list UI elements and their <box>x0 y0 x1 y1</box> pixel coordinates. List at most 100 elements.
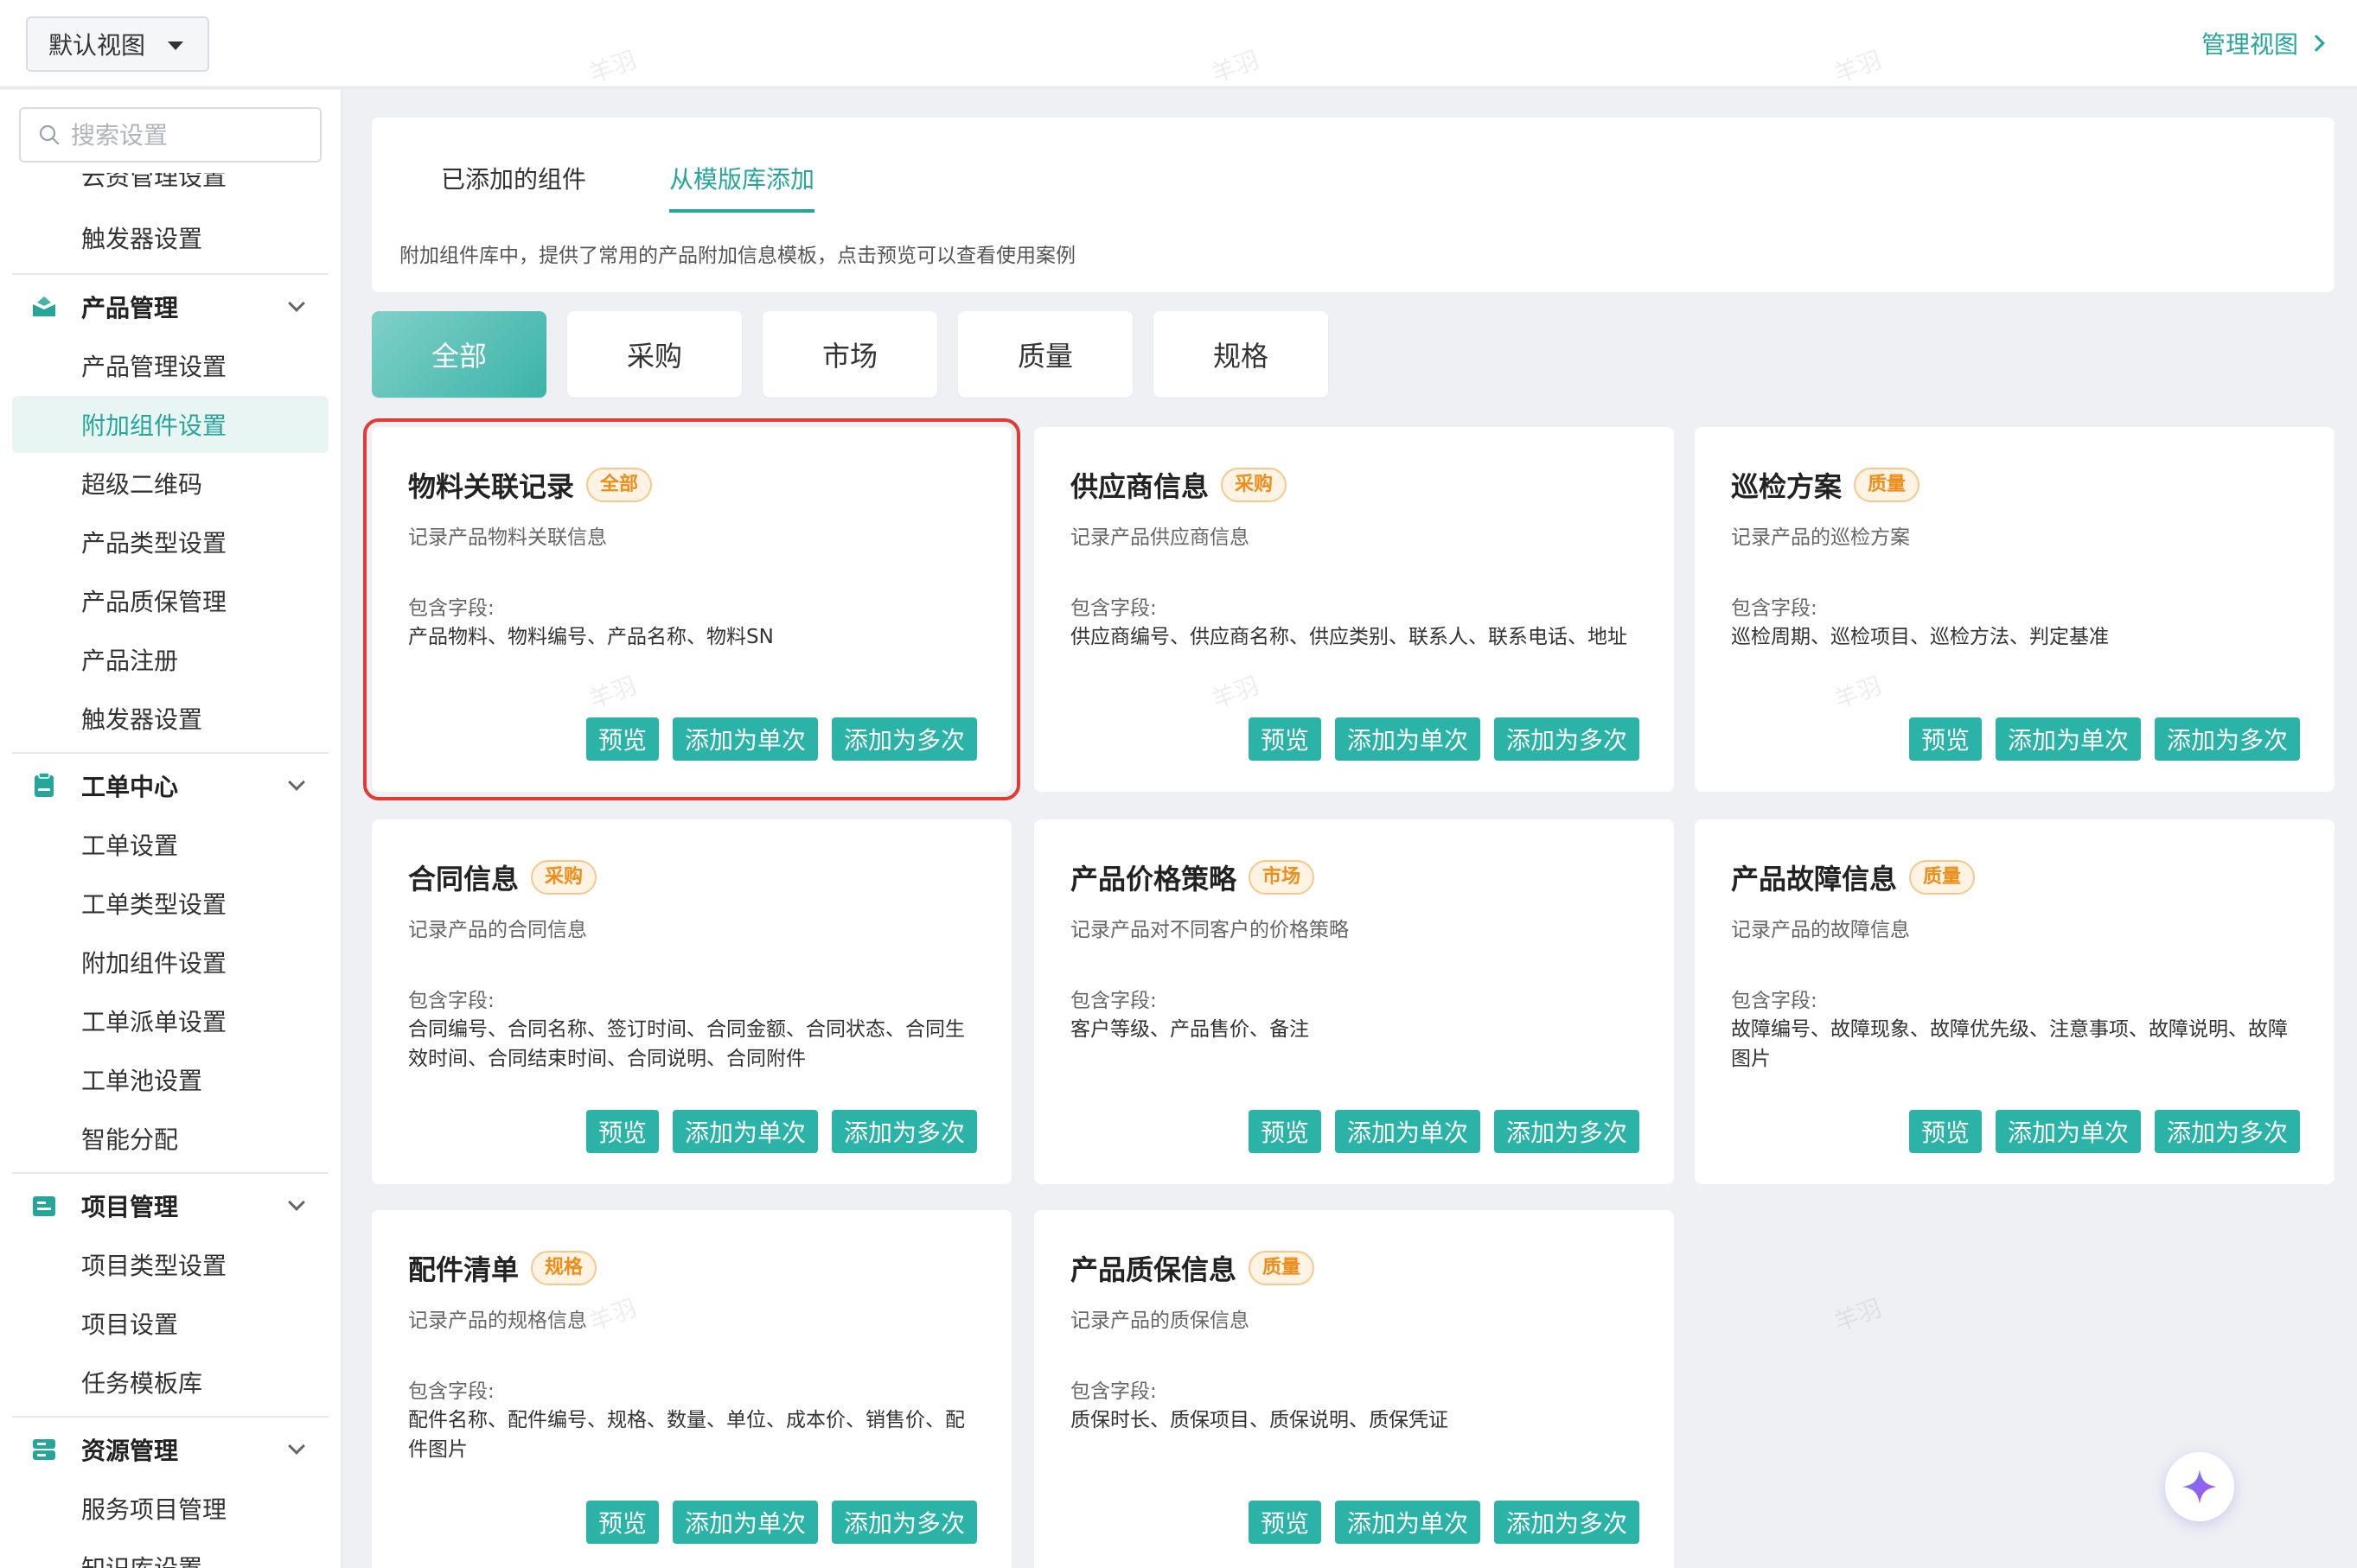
search-input[interactable] <box>71 120 304 150</box>
sidebar-item-workorder-addon[interactable]: 附加组件设置 <box>12 934 329 991</box>
sidebar-nav[interactable]: 云资管理设置 触发器设置 产品管理 产品管理设置 附加组件设置 超级二维码 产品… <box>0 173 341 1568</box>
sidebar-item-product-trigger[interactable]: 触发器设置 <box>12 690 329 747</box>
filter-chip-market[interactable]: 市场 <box>763 311 937 398</box>
template-card[interactable]: 产品价格策略 市场 记录产品对不同客户的价格策略 包含字段: 客户等级、产品售价、备注预… <box>1034 819 1674 1184</box>
card-title-text: 合同信息 <box>408 863 520 896</box>
template-description: 附加组件库中，提供了常用的产品附加信息模板，点击预览可以查看使用案例 <box>399 245 1076 267</box>
add-multi-button[interactable]: 添加为多次 <box>831 1501 977 1544</box>
card-actions: 预览 添加为单次 添加为多次 <box>1248 1110 1639 1153</box>
sidebar-item-cut[interactable]: 云资管理设置 <box>12 173 329 204</box>
template-header-panel: 已添加的组件 从模版库添加 附加组件库中，提供了常用的产品附加信息模板，点击预览… <box>372 118 2335 292</box>
preview-button[interactable]: 预览 <box>1248 1110 1321 1153</box>
template-card[interactable]: 物料关联记录 全部 记录产品物料关联信息 包含字段: 产品物料、物料编号、产品名称、物料… <box>363 418 1020 800</box>
sidebar-item-knowledge-base[interactable]: 知识库设置 <box>12 1539 329 1568</box>
template-card[interactable]: 巡检方案 质量 记录产品的巡检方案 包含字段: 巡检周期、巡检项目、巡检方法、判定基准预… <box>1695 427 2335 792</box>
add-multi-button[interactable]: 添加为多次 <box>831 1110 977 1153</box>
sidebar-item-workorder-dispatch[interactable]: 工单派单设置 <box>12 992 329 1049</box>
fields-list: 配件名称、配件编号、规格、数量、单位、成本价、销售价、配件图片 <box>408 1409 965 1461</box>
card-title: 产品故障信息 质量 <box>1731 857 1976 897</box>
template-card[interactable]: 产品质保信息 质量 记录产品的质保信息 包含字段: 质保时长、质保项目、质保说明、质保凭… <box>1034 1210 1674 1568</box>
category-badge: 规格 <box>531 1251 597 1285</box>
filter-chip-quality[interactable]: 质量 <box>958 311 1133 398</box>
add-single-button[interactable]: 添加为单次 <box>672 1501 818 1544</box>
sidebar-item-project-type[interactable]: 项目类型设置 <box>12 1236 329 1293</box>
add-single-button[interactable]: 添加为单次 <box>1334 717 1480 761</box>
add-single-button[interactable]: 添加为单次 <box>672 1110 818 1153</box>
sidebar-item-project-settings[interactable]: 项目设置 <box>12 1295 329 1352</box>
sidebar-item-product-addon[interactable]: 附加组件设置 <box>12 396 329 453</box>
sidebar-item-workorder-type[interactable]: 工单类型设置 <box>12 875 329 932</box>
add-single-button[interactable]: 添加为单次 <box>672 717 818 761</box>
filter-chip-all[interactable]: 全部 <box>372 311 546 398</box>
sidebar-item-product-settings[interactable]: 产品管理设置 <box>12 337 329 394</box>
card-actions: 预览 添加为单次 添加为多次 <box>585 1501 977 1544</box>
divider <box>12 1172 329 1174</box>
sidebar-group-resource[interactable]: 资源管理 <box>12 1419 329 1480</box>
preview-button[interactable]: 预览 <box>585 1501 659 1544</box>
preview-button[interactable]: 预览 <box>1908 1110 1982 1153</box>
add-single-button[interactable]: 添加为单次 <box>1995 1110 2141 1153</box>
card-description: 记录产品的故障信息 <box>1731 919 1910 941</box>
sidebar-item-super-qrcode[interactable]: 超级二维码 <box>12 455 329 512</box>
category-badge: 全部 <box>586 468 653 502</box>
sidebar-item-product-type[interactable]: 产品类型设置 <box>12 513 329 570</box>
divider <box>12 752 329 754</box>
filter-chip-spec[interactable]: 规格 <box>1153 311 1328 398</box>
fields-label: 包含字段: <box>408 990 495 1012</box>
sidebar-item-product-warranty[interactable]: 产品质保管理 <box>12 572 329 629</box>
add-multi-button[interactable]: 添加为多次 <box>1493 717 1639 761</box>
sidebar-item-trigger-top[interactable]: 触发器设置 <box>12 209 329 266</box>
fields-list: 巡检周期、巡检项目、巡检方法、判定基准 <box>1731 626 2109 648</box>
sidebar-item-task-template[interactable]: 任务模板库 <box>12 1354 329 1411</box>
chevron-down-icon <box>288 1437 305 1455</box>
template-card[interactable]: 配件清单 规格 记录产品的规格信息 包含字段: 配件名称、配件编号、规格、数量、单位、成… <box>372 1210 1012 1568</box>
card-title: 配件清单 规格 <box>408 1248 597 1288</box>
ai-assistant-button[interactable] <box>2165 1452 2234 1521</box>
preview-button[interactable]: 预览 <box>585 717 659 761</box>
sidebar-group-product[interactable]: 产品管理 <box>12 277 329 337</box>
category-badge: 采购 <box>1221 468 1287 502</box>
add-multi-button[interactable]: 添加为多次 <box>1493 1501 1639 1544</box>
preview-button[interactable]: 预览 <box>1248 717 1321 761</box>
category-badge: 质量 <box>1909 860 1976 895</box>
preview-button[interactable]: 预览 <box>585 1110 659 1153</box>
preview-button[interactable]: 预览 <box>1908 717 1982 761</box>
manage-view-link[interactable]: 管理视图 <box>2201 26 2325 61</box>
add-multi-button[interactable]: 添加为多次 <box>2154 1110 2300 1153</box>
add-multi-button[interactable]: 添加为多次 <box>1493 1110 1639 1153</box>
sidebar-item-workorder-settings[interactable]: 工单设置 <box>12 816 329 873</box>
view-select[interactable]: 默认视图 <box>26 16 209 72</box>
sidebar-group-workorder[interactable]: 工单中心 <box>12 755 329 816</box>
add-multi-button[interactable]: 添加为多次 <box>2154 717 2300 761</box>
card-title-text: 产品质保信息 <box>1070 1253 1237 1286</box>
chevron-down-icon <box>288 1194 305 1211</box>
card-title-text: 配件清单 <box>408 1253 520 1286</box>
sidebar-item-workorder-pool[interactable]: 工单池设置 <box>12 1051 329 1108</box>
category-badge: 质量 <box>1249 1251 1315 1285</box>
template-card[interactable]: 产品故障信息 质量 记录产品的故障信息 包含字段: 故障编号、故障现象、故障优先级、注意… <box>1695 819 2335 1184</box>
sidebar-group-project[interactable]: 项目管理 <box>12 1176 329 1236</box>
fields-label: 包含字段: <box>1731 990 1817 1012</box>
add-single-button[interactable]: 添加为单次 <box>1334 1501 1480 1544</box>
divider <box>12 273 329 275</box>
sidebar-item-smart-assign[interactable]: 智能分配 <box>12 1110 329 1167</box>
add-single-button[interactable]: 添加为单次 <box>1995 717 2141 761</box>
filter-chip-purchase[interactable]: 采购 <box>567 311 742 398</box>
card-title-text: 巡检方案 <box>1731 470 1843 503</box>
add-single-button[interactable]: 添加为单次 <box>1334 1110 1480 1153</box>
tab-add-from-template[interactable]: 从模版库添加 <box>669 161 815 213</box>
fields-list: 合同编号、合同名称、签订时间、合同金额、合同状态、合同生效时间、合同结束时间、合… <box>408 1018 965 1070</box>
view-select-label: 默认视图 <box>48 31 146 60</box>
preview-button[interactable]: 预览 <box>1248 1501 1321 1544</box>
template-card[interactable]: 合同信息 采购 记录产品的合同信息 包含字段: 合同编号、合同名称、签订时间、合同金额、… <box>372 819 1012 1184</box>
clipboard-icon <box>35 772 54 797</box>
chevron-down-icon <box>288 774 305 791</box>
sidebar-item-service-items[interactable]: 服务项目管理 <box>12 1480 329 1537</box>
template-card[interactable]: 供应商信息 采购 记录产品供应商信息 包含字段: 供应商编号、供应商名称、供应类别、联系… <box>1034 427 1674 792</box>
tab-added-components[interactable]: 已添加的组件 <box>441 161 586 213</box>
search-box[interactable] <box>19 107 322 163</box>
add-multi-button[interactable]: 添加为多次 <box>831 717 977 761</box>
sidebar-item-product-register[interactable]: 产品注册 <box>12 631 329 688</box>
category-badge: 采购 <box>531 860 597 895</box>
card-description: 记录产品物料关联信息 <box>408 526 607 549</box>
